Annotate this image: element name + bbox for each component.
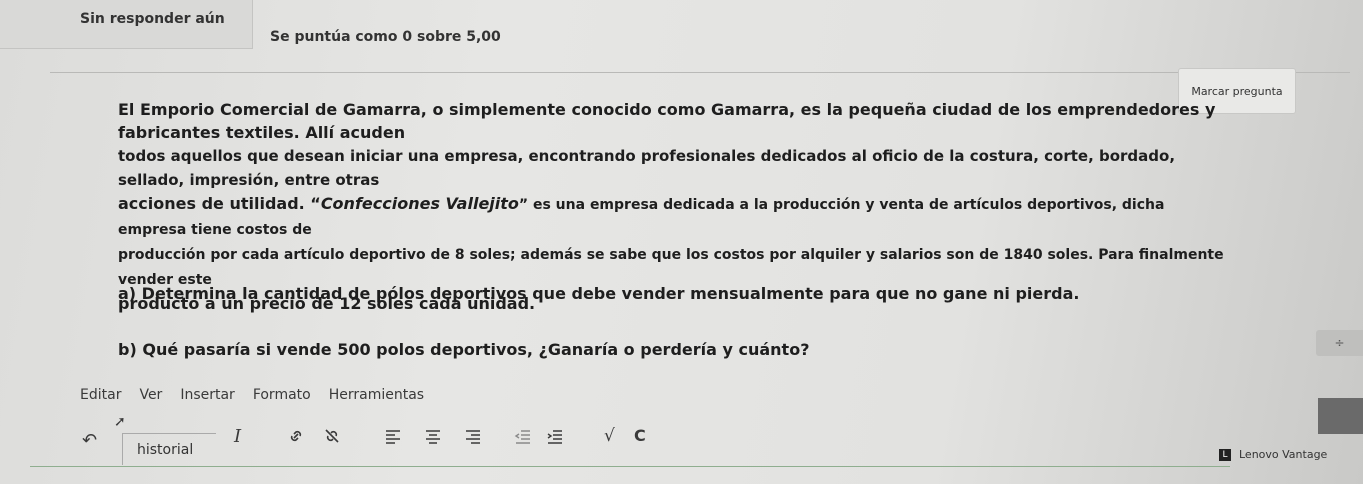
question-status: Sin responder aún: [80, 11, 225, 27]
question-line-2: todos aquellos que desean iniciar una em…: [118, 147, 1176, 189]
undo-icon[interactable]: ↶: [82, 430, 97, 451]
menu-herramientas[interactable]: Herramientas: [329, 387, 424, 403]
question-line-1: El Emporio Comercial de Gamarra, o simpl…: [118, 100, 1216, 142]
lenovo-vantage-label: Lenovo Vantage: [1239, 448, 1328, 461]
question-item-a: a) Determina la cantidad de pólos deport…: [118, 284, 1080, 303]
lenovo-vantage-notification[interactable]: L Lenovo Vantage: [1219, 448, 1327, 461]
indent-icon[interactable]: [546, 428, 564, 448]
align-right-icon[interactable]: [464, 428, 482, 448]
menu-ver[interactable]: Ver: [139, 387, 162, 403]
question-grade: Se puntúa como 0 sobre 5,00: [270, 29, 501, 45]
question-line-4: producción por cada artículo deportivo d…: [118, 247, 1224, 288]
side-panel-button[interactable]: ÷: [1316, 330, 1363, 356]
menu-editar[interactable]: Editar: [80, 387, 121, 403]
outdent-icon[interactable]: [514, 428, 532, 448]
header-divider: [50, 72, 1350, 73]
italic-icon[interactable]: I: [234, 426, 241, 447]
menu-formato[interactable]: Formato: [253, 387, 311, 403]
align-center-icon[interactable]: [424, 428, 442, 448]
editor-bottom-border: [30, 466, 1230, 467]
align-left-icon[interactable]: [384, 428, 402, 448]
question-text: El Emporio Comercial de Gamarra, o simpl…: [118, 98, 1228, 315]
editor-menubar: Editar Ver Insertar Formato Herramientas: [80, 387, 442, 403]
cursor-icon: ➚: [114, 414, 126, 430]
question-line-3a: acciones de utilidad. “: [118, 194, 321, 213]
paragraph-style-select[interactable]: historial: [122, 433, 216, 465]
company-name: Confecciones Vallejito: [320, 194, 519, 213]
menu-insertar[interactable]: Insertar: [180, 387, 235, 403]
unlink-icon[interactable]: [322, 426, 342, 450]
question-item-b: b) Qué pasaría si vende 500 polos deport…: [118, 340, 810, 359]
clear-format-icon[interactable]: C: [634, 426, 646, 445]
dark-side-tab: [1318, 398, 1363, 434]
link-icon[interactable]: [286, 426, 306, 450]
sqrt-icon[interactable]: √: [604, 426, 615, 446]
lenovo-icon: L: [1219, 448, 1231, 461]
